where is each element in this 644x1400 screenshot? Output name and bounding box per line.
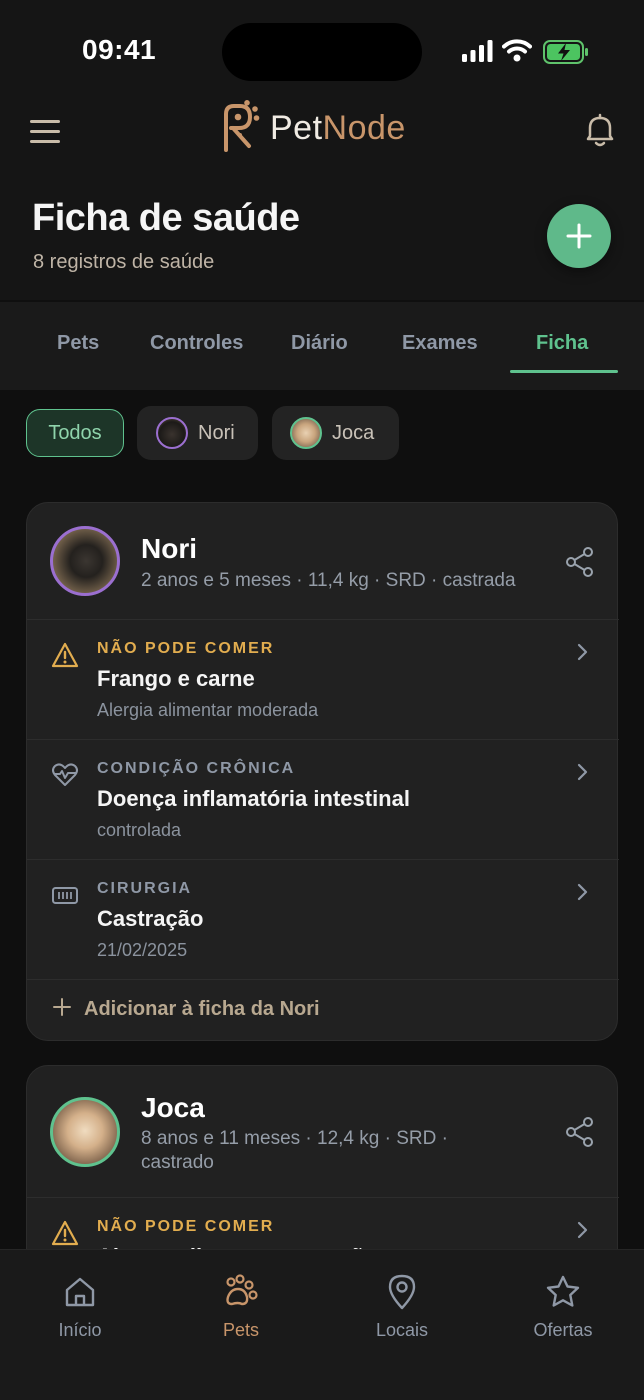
- record-title: Castração: [97, 906, 204, 931]
- nav-label: Ofertas: [533, 1320, 593, 1340]
- record-detail: Alergia alimentar moderada: [97, 700, 319, 720]
- filter-chip-joca[interactable]: Joca: [272, 406, 399, 460]
- nav-label: Locais: [375, 1320, 429, 1340]
- share-icon[interactable]: [565, 547, 595, 577]
- plus-icon: [566, 223, 592, 249]
- nav-item-ofertas[interactable]: Ofertas: [508, 1272, 618, 1341]
- health-record-row[interactable]: CIRURGIA Castração 21/02/2025: [27, 859, 619, 979]
- filter-chip-label: Joca: [332, 421, 375, 444]
- dynamic-island: [222, 23, 422, 81]
- petnode-logo-icon: [224, 100, 260, 152]
- filter-chip-label: Nori: [198, 421, 235, 444]
- add-to-record-button[interactable]: Adicionar à ficha da Nori: [27, 979, 619, 1041]
- pet-name: Joca: [141, 1092, 205, 1123]
- warning-icon: [51, 642, 79, 668]
- filter-chip-nori[interactable]: Nori: [137, 406, 258, 460]
- avatar: [50, 1097, 120, 1167]
- bottom-navigation: Início Pets Locais Ofertas: [0, 1249, 644, 1400]
- page-title: Ficha de saúde: [32, 197, 300, 239]
- surgery-icon: [52, 887, 78, 904]
- record-title: Frango e carne: [97, 666, 255, 691]
- nav-item-inicio[interactable]: Início: [25, 1272, 135, 1341]
- app-name: PetNode: [270, 108, 406, 147]
- chevron-right-icon: [577, 643, 588, 661]
- avatar: [156, 417, 188, 449]
- add-to-record-label: Adicionar à ficha da Nori: [84, 998, 320, 1020]
- chevron-right-icon: [577, 763, 588, 781]
- pet-meta: castrado: [141, 1152, 214, 1173]
- chevron-right-icon: [577, 883, 588, 901]
- record-category: NÃO PODE COMER: [97, 640, 275, 657]
- record-title: Doença inflamatória intestinal: [97, 786, 410, 811]
- pet-meta: 2 anos e 5 meses · 11,4 kg · SRD · castr…: [141, 570, 516, 591]
- star-icon: [546, 1275, 580, 1307]
- tab-exames[interactable]: Exames: [402, 332, 478, 355]
- status-bar: 09:41: [0, 0, 644, 100]
- chevron-right-icon: [577, 1221, 588, 1239]
- record-category: CIRURGIA: [97, 880, 193, 897]
- tab-diario[interactable]: Diário: [291, 332, 348, 355]
- heart-pulse-icon: [52, 763, 78, 786]
- filter-chip-todos[interactable]: Todos: [26, 409, 124, 457]
- paw-icon: [226, 1274, 258, 1306]
- menu-icon[interactable]: [28, 114, 64, 150]
- bell-icon[interactable]: [582, 112, 618, 150]
- health-record-row[interactable]: NÃO PODE COMER Frango e carne Alergia al…: [27, 619, 619, 739]
- warning-icon: [51, 1220, 79, 1246]
- plus-icon: [53, 998, 71, 1016]
- page-subtitle: 8 registros de saúde: [33, 251, 215, 273]
- cellular-signal-icon: [462, 40, 493, 62]
- add-record-button[interactable]: [547, 204, 611, 268]
- record-category: NÃO PODE COMER: [97, 1218, 275, 1235]
- record-detail: controlada: [97, 820, 182, 840]
- app-header: PetNode Ficha de saúde 8 registros de sa…: [0, 100, 644, 300]
- share-icon[interactable]: [565, 1117, 595, 1147]
- wifi-icon: [502, 39, 532, 62]
- tab-controles[interactable]: Controles: [150, 332, 243, 355]
- nav-item-locais[interactable]: Locais: [347, 1272, 457, 1341]
- active-tab-indicator: [510, 370, 618, 373]
- pet-name: Nori: [141, 533, 197, 564]
- avatar: [50, 526, 120, 596]
- pet-meta: 8 anos e 11 meses · 12,4 kg · SRD ·: [141, 1128, 448, 1149]
- status-time: 09:41: [82, 34, 157, 65]
- section-tabs: Pets Controles Diário Exames Ficha: [0, 302, 644, 390]
- tab-ficha[interactable]: Ficha: [536, 332, 588, 355]
- battery-charging-icon: [543, 40, 588, 64]
- location-pin-icon: [388, 1274, 416, 1310]
- app-logo: PetNode: [218, 100, 406, 156]
- nav-label: Início: [58, 1320, 102, 1340]
- tab-pets[interactable]: Pets: [57, 332, 99, 355]
- nav-label: Pets: [222, 1320, 260, 1340]
- avatar: [290, 417, 322, 449]
- record-category: CONDIÇÃO CRÔNICA: [97, 760, 296, 777]
- record-detail: 21/02/2025: [97, 940, 188, 960]
- home-icon: [65, 1277, 95, 1307]
- pet-health-card-nori: Nori 2 anos e 5 meses · 11,4 kg · SRD · …: [26, 502, 619, 1041]
- filter-chip-label: Todos: [48, 421, 102, 444]
- nav-item-pets[interactable]: Pets: [186, 1272, 296, 1341]
- health-record-row[interactable]: CONDIÇÃO CRÔNICA Doença inflamatória int…: [27, 739, 619, 859]
